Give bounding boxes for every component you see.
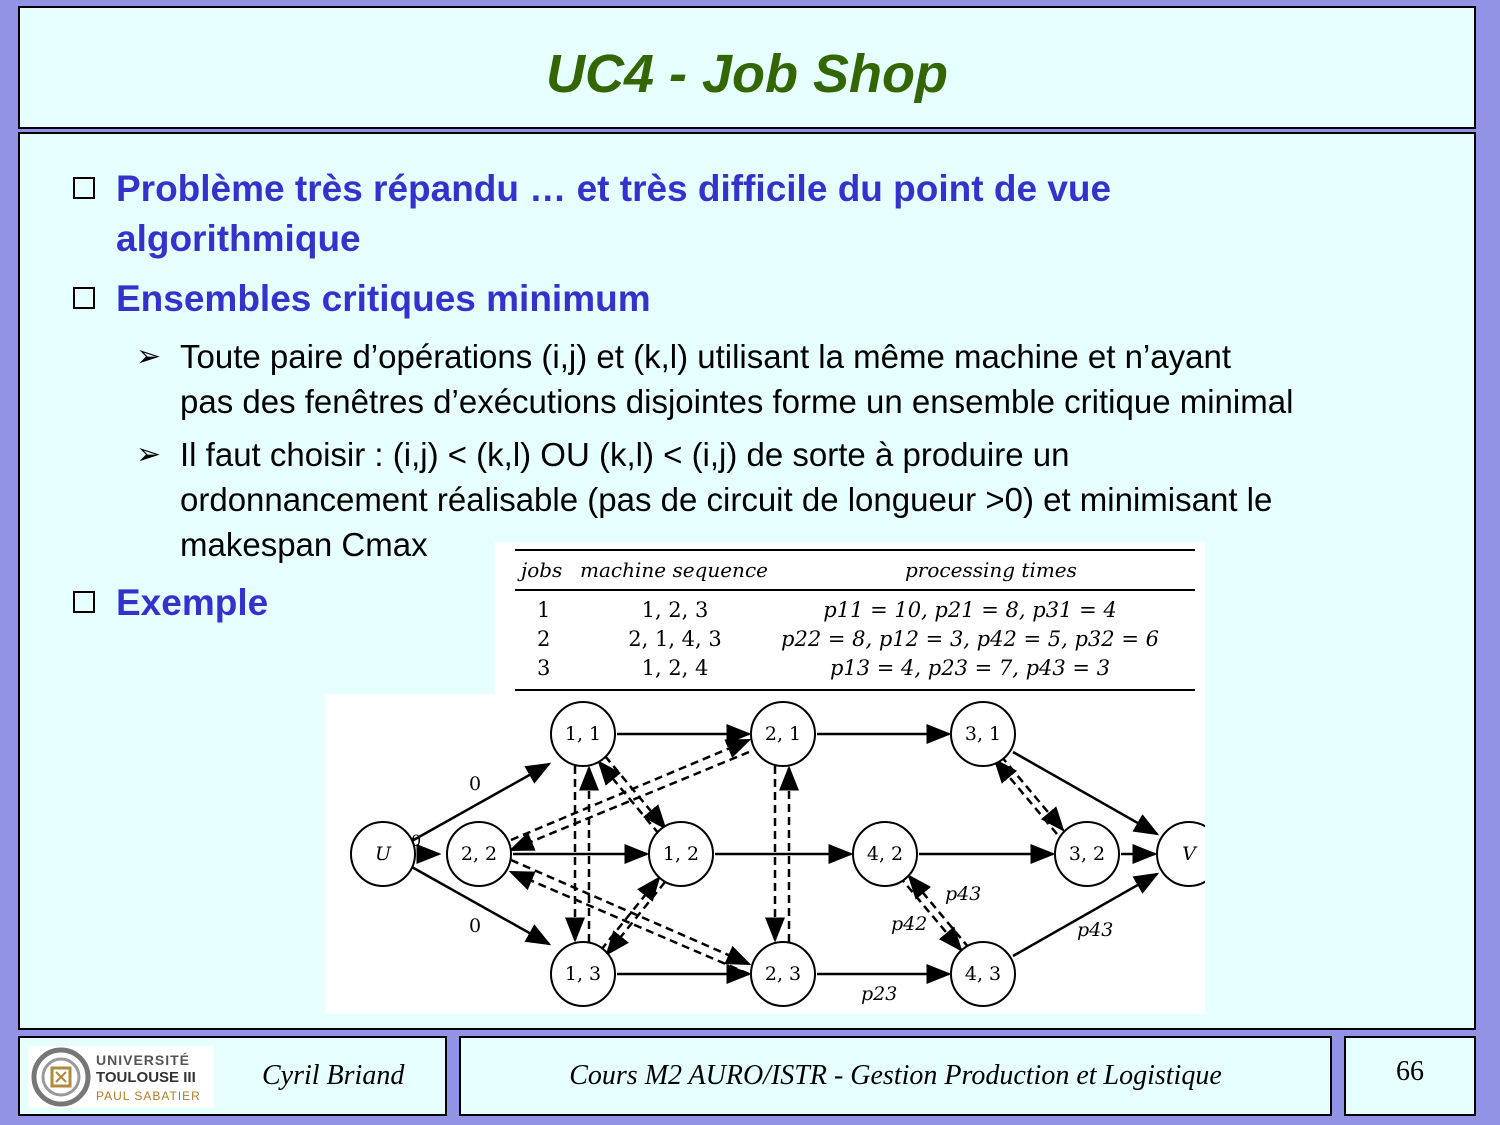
table-cell: 2, 1, 4, 3 (628, 627, 722, 651)
table-cell: 1, 2, 3 (642, 598, 709, 622)
node-label: 4, 3 (965, 963, 1001, 985)
footer-author: Cyril Briand (262, 1060, 405, 1091)
graph-disjunctive-edge (510, 738, 752, 842)
page-number: 66 (1396, 1056, 1424, 1087)
edge-label: p43 (945, 883, 981, 905)
table-header-seq: machine sequence (580, 558, 768, 582)
edge-label: p43 (1077, 919, 1113, 941)
logo-text: TOULOUSE III (96, 1069, 196, 1086)
node-label: 3, 2 (1069, 843, 1105, 865)
table-cell: 1 (537, 598, 550, 622)
bullet-1: Problème très répandu … et très difficil… (73, 164, 1112, 264)
node-label: 2, 2 (461, 843, 497, 865)
sub-bullet-1: ➢ Toute paire d’opérations (i,j) et (k,l… (136, 334, 1470, 424)
title-panel: UC4 - Job Shop (18, 6, 1476, 129)
arrow-bullet-icon: ➢ (136, 340, 162, 373)
sub-bullet-2-line1: Il faut choisir : (i,j) < (k,l) OU (k,l)… (180, 436, 1070, 473)
node-label: 2, 1 (765, 723, 801, 745)
node-label: 1, 1 (565, 723, 601, 745)
edge-label: p23 (861, 983, 897, 1005)
graph-disjunctive-edge (604, 755, 667, 830)
table-cell: p13 = 4, p23 = 7, p43 = 3 (830, 656, 1110, 680)
logo-text: PAUL SABATIER (96, 1089, 201, 1103)
footer-page-box: 66 (1344, 1036, 1476, 1116)
bullet-2: Ensembles critiques minimum (73, 274, 651, 324)
checkbox-bullet-icon (73, 591, 95, 613)
table-cell: p22 = 8, p12 = 3, p42 = 5, p32 = 6 (781, 627, 1159, 651)
table-cell: p11 = 10, p21 = 8, p31 = 4 (823, 598, 1116, 622)
bullet-1-line1: Problème très répandu … et très difficil… (116, 168, 1112, 209)
table-header-times: processing times (905, 558, 1077, 582)
node-label: 1, 3 (565, 963, 601, 985)
footer-course-box: Cours M2 AURO/ISTR - Gestion Production … (459, 1036, 1332, 1116)
table-cell: 1, 2, 4 (642, 656, 709, 680)
example-label: Exemple (116, 582, 269, 623)
node-label: 4, 2 (867, 843, 903, 865)
content-panel: Problème très répandu … et très difficil… (18, 132, 1476, 1030)
node-label: V (1182, 843, 1198, 865)
footer-author-box: UNIVERSITÉ TOULOUSE III PAUL SABATIER Cy… (18, 1036, 447, 1116)
node-label: U (375, 843, 392, 865)
edge-label: 0 (469, 773, 481, 795)
edge-label: 0 (411, 831, 421, 850)
processing-table: jobs machine sequence processing times 1… (495, 542, 1205, 694)
university-logo: UNIVERSITÉ TOULOUSE III PAUL SABATIER (28, 1046, 214, 1108)
arrow-bullet-icon: ➢ (136, 438, 162, 471)
graph-disjunctive-edge (508, 870, 750, 976)
graph-node (1156, 821, 1222, 887)
logo-text: UNIVERSITÉ (96, 1052, 191, 1068)
node-label: 1, 2 (663, 843, 699, 865)
node-label: 2, 3 (765, 963, 801, 985)
checkbox-bullet-icon (73, 287, 95, 309)
graph-disjunctive-edge (510, 858, 752, 966)
graph-disjunctive-edge (600, 876, 661, 951)
checkbox-bullet-icon (73, 177, 95, 199)
slide-title: UC4 - Job Shop (546, 44, 948, 104)
bullet-3: Exemple (73, 578, 269, 628)
table-header-jobs: jobs (517, 558, 562, 582)
edge-label: p42 (891, 913, 927, 935)
graph-disjunctive-edge (1000, 755, 1065, 832)
footer-course: Cours M2 AURO/ISTR - Gestion Production … (569, 1060, 1222, 1091)
university-seal-icon (31, 1047, 91, 1107)
sub-bullet-1-line2: pas des fenêtres d’exécutions disjointes… (180, 383, 1294, 420)
table-cell: 3 (537, 656, 550, 680)
node-label: 3, 1 (965, 723, 1001, 745)
edge-label: 0 (469, 915, 481, 937)
bullet-1-line2: algorithmique (116, 218, 361, 259)
sub-bullet-1-line1: Toute paire d’opérations (i,j) et (k,l) … (180, 338, 1231, 375)
table-cell: 2 (537, 627, 550, 651)
disjunctive-graph: U 1, 1 2, 1 3, 1 2, 2 1, 2 4, 2 3, 2 V 1… (325, 694, 1222, 1014)
sub-bullet-2-line2: ordonnancement réalisable (pas de circui… (180, 481, 1273, 518)
bullet-2-line1: Ensembles critiques minimum (116, 278, 651, 319)
